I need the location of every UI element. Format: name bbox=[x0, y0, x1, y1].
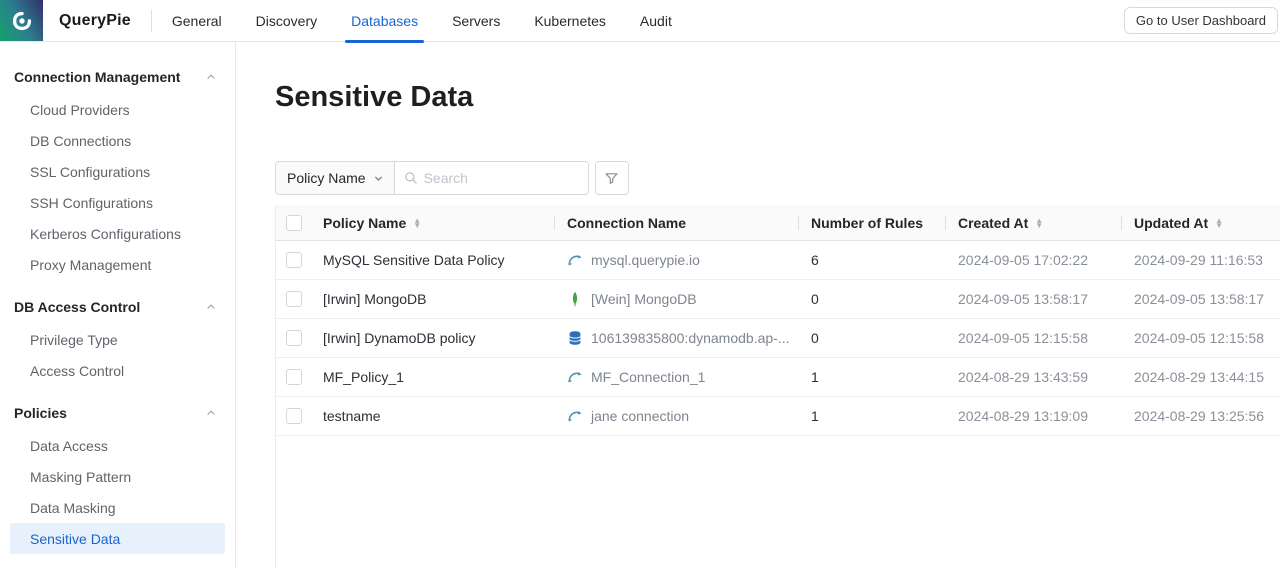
search-icon bbox=[404, 171, 418, 185]
sidebar-item-db-connections[interactable]: DB Connections bbox=[10, 125, 225, 156]
sort-icon[interactable]: ▲▼ bbox=[413, 218, 421, 228]
tab-kubernetes[interactable]: Kubernetes bbox=[534, 0, 606, 42]
sidebar-section-db-access-control: DB Access Control Privilege TypeAccess C… bbox=[0, 290, 235, 386]
table-header-checkbox-cell bbox=[276, 215, 323, 231]
search-input[interactable] bbox=[424, 170, 579, 186]
brand-divider bbox=[151, 10, 152, 32]
sidebar-item-masking-pattern[interactable]: Masking Pattern bbox=[10, 461, 225, 492]
policy-name-cell: MySQL Sensitive Data Policy bbox=[323, 252, 554, 268]
connection-name-cell: [Wein] MongoDB bbox=[554, 291, 798, 307]
chevron-up-icon[interactable] bbox=[205, 407, 217, 419]
sidebar-item-data-access[interactable]: Data Access bbox=[10, 430, 225, 461]
sidebar-item-privilege-type[interactable]: Privilege Type bbox=[10, 324, 225, 355]
table-row[interactable]: testname jane connection 1 2024-08-29 13… bbox=[276, 397, 1280, 436]
tab-general[interactable]: General bbox=[172, 0, 222, 42]
updated-at-cell: 2024-08-29 13:25:56 bbox=[1121, 408, 1280, 424]
updated-at-cell: 2024-09-05 12:15:58 bbox=[1121, 330, 1280, 346]
chevron-up-icon[interactable] bbox=[205, 301, 217, 313]
mysql-icon bbox=[567, 369, 583, 385]
main-content: Sensitive Data Policy Name bbox=[236, 42, 1280, 569]
tab-servers[interactable]: Servers bbox=[452, 0, 500, 42]
brand-name: QueryPie bbox=[59, 12, 131, 30]
mysql-icon bbox=[567, 408, 583, 424]
sidebar-section-title[interactable]: Policies bbox=[0, 396, 235, 430]
sidebar-item-ssl-configurations[interactable]: SSL Configurations bbox=[10, 156, 225, 187]
number-of-rules-cell: 0 bbox=[798, 330, 945, 346]
policy-name-cell: [Irwin] MongoDB bbox=[323, 291, 554, 307]
table-row[interactable]: [Irwin] MongoDB [Wein] MongoDB 0 2024-09… bbox=[276, 280, 1280, 319]
chevron-up-icon[interactable] bbox=[205, 71, 217, 83]
created-at-cell: 2024-09-05 17:02:22 bbox=[945, 252, 1121, 268]
updated-at-cell: 2024-08-29 13:44:15 bbox=[1121, 369, 1280, 385]
column-header-number-of-rules[interactable]: Number of Rules bbox=[798, 205, 945, 241]
column-header-updated-at[interactable]: Updated At▲▼ bbox=[1121, 205, 1280, 241]
tab-audit[interactable]: Audit bbox=[640, 0, 672, 42]
page-title: Sensitive Data bbox=[275, 80, 1280, 114]
sidebar-item-cloud-providers[interactable]: Cloud Providers bbox=[10, 94, 225, 125]
number-of-rules-cell: 1 bbox=[798, 408, 945, 424]
main-tabs: General Discovery Databases Servers Kubernet… bbox=[172, 0, 672, 42]
updated-at-cell: 2024-09-05 13:58:17 bbox=[1121, 291, 1280, 307]
sidebar-section-policies: Policies Data AccessMasking PatternData … bbox=[0, 396, 235, 554]
sidebar-section-title[interactable]: DB Access Control bbox=[0, 290, 235, 324]
created-at-cell: 2024-09-05 13:58:17 bbox=[945, 291, 1121, 307]
dynamodb-icon bbox=[567, 330, 583, 346]
table-row[interactable]: [Irwin] DynamoDB policy 106139835800:dyn… bbox=[276, 319, 1280, 358]
column-header-policy-name[interactable]: Policy Name▲▼ bbox=[323, 205, 554, 241]
table-header-row: Policy Name▲▼Connection NameNumber of Ru… bbox=[276, 205, 1280, 241]
sidebar-section-connection-management: Connection Management Cloud ProvidersDB … bbox=[0, 60, 235, 280]
tab-databases[interactable]: Databases bbox=[351, 0, 418, 42]
sidebar-item-access-control[interactable]: Access Control bbox=[10, 355, 225, 386]
created-at-cell: 2024-09-05 12:15:58 bbox=[945, 330, 1121, 346]
search-field-selector[interactable]: Policy Name bbox=[275, 161, 395, 195]
select-all-checkbox[interactable] bbox=[286, 215, 302, 231]
sidebar: Connection Management Cloud ProvidersDB … bbox=[0, 42, 236, 569]
connection-name-cell: 106139835800:dynamodb.ap-... bbox=[554, 330, 798, 346]
policies-table: Policy Name▲▼Connection NameNumber of Ru… bbox=[275, 205, 1280, 569]
search-box bbox=[394, 161, 589, 195]
policy-name-cell: [Irwin] DynamoDB policy bbox=[323, 330, 554, 346]
row-checkbox[interactable] bbox=[286, 408, 302, 424]
sidebar-item-ssh-configurations[interactable]: SSH Configurations bbox=[10, 187, 225, 218]
filter-button[interactable] bbox=[595, 161, 629, 195]
filter-bar: Policy Name bbox=[275, 161, 1280, 195]
sidebar-item-sensitive-data[interactable]: Sensitive Data bbox=[10, 523, 225, 554]
table-row[interactable]: MySQL Sensitive Data Policy mysql.queryp… bbox=[276, 241, 1280, 280]
funnel-icon bbox=[604, 171, 619, 186]
row-checkbox[interactable] bbox=[286, 369, 302, 385]
mongodb-icon bbox=[567, 291, 583, 307]
number-of-rules-cell: 6 bbox=[798, 252, 945, 268]
sidebar-item-kerberos-configurations[interactable]: Kerberos Configurations bbox=[10, 218, 225, 249]
column-header-created-at[interactable]: Created At▲▼ bbox=[945, 205, 1121, 241]
sort-icon[interactable]: ▲▼ bbox=[1215, 218, 1223, 228]
row-checkbox[interactable] bbox=[286, 291, 302, 307]
search-field-selector-value: Policy Name bbox=[287, 170, 366, 186]
chevron-down-icon bbox=[373, 173, 384, 184]
created-at-cell: 2024-08-29 13:19:09 bbox=[945, 408, 1121, 424]
policy-name-cell: MF_Policy_1 bbox=[323, 369, 554, 385]
sidebar-section-title[interactable]: Connection Management bbox=[0, 60, 235, 94]
table-row[interactable]: MF_Policy_1 MF_Connection_1 1 2024-08-29… bbox=[276, 358, 1280, 397]
querypie-logo[interactable] bbox=[0, 0, 43, 41]
row-checkbox[interactable] bbox=[286, 252, 302, 268]
sort-icon[interactable]: ▲▼ bbox=[1035, 218, 1043, 228]
updated-at-cell: 2024-09-29 11:16:53 bbox=[1121, 252, 1280, 268]
sidebar-item-data-masking[interactable]: Data Masking bbox=[10, 492, 225, 523]
connection-name-cell: jane connection bbox=[554, 408, 798, 424]
connection-name-cell: MF_Connection_1 bbox=[554, 369, 798, 385]
number-of-rules-cell: 1 bbox=[798, 369, 945, 385]
column-header-connection-name[interactable]: Connection Name bbox=[554, 205, 798, 241]
number-of-rules-cell: 0 bbox=[798, 291, 945, 307]
created-at-cell: 2024-08-29 13:43:59 bbox=[945, 369, 1121, 385]
row-checkbox[interactable] bbox=[286, 330, 302, 346]
policy-name-cell: testname bbox=[323, 408, 554, 424]
sidebar-item-proxy-management[interactable]: Proxy Management bbox=[10, 249, 225, 280]
mysql-icon bbox=[567, 252, 583, 268]
go-to-user-dashboard-button[interactable]: Go to User Dashboard bbox=[1124, 7, 1278, 34]
top-navigation-bar: QueryPie General Discovery Databases Server… bbox=[0, 0, 1280, 42]
tab-discovery[interactable]: Discovery bbox=[256, 0, 317, 42]
connection-name-cell: mysql.querypie.io bbox=[554, 252, 798, 268]
querypie-logo-icon bbox=[10, 9, 34, 33]
